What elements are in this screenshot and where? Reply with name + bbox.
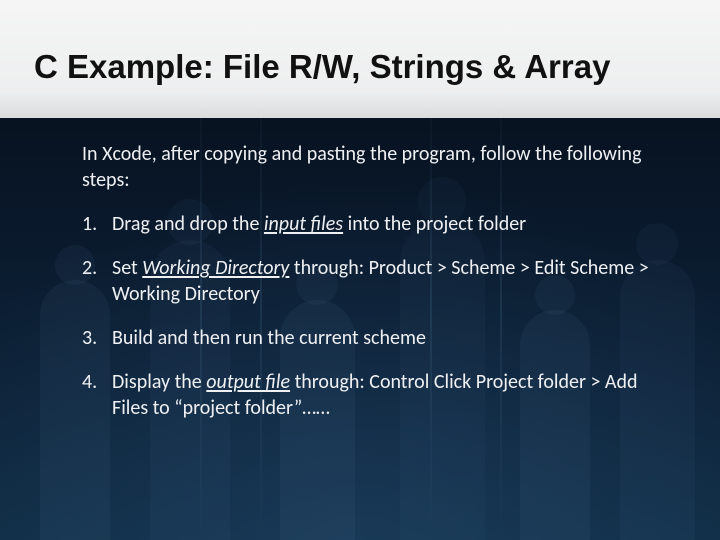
slide-body: In Xcode, after copying and pasting the … xyxy=(0,118,720,421)
step-text: Build and then run the current scheme xyxy=(112,326,426,350)
intro-text: In Xcode, after copying and pasting the … xyxy=(82,142,652,193)
step-text: Drag and drop the xyxy=(112,212,264,236)
emphasis-input-files: input files xyxy=(264,212,343,236)
step-item: Build and then run the current scheme xyxy=(82,325,652,351)
step-item: Display the output file through: Control… xyxy=(82,369,652,421)
step-text: Display the xyxy=(112,370,206,394)
steps-list: Drag and drop the input files into the p… xyxy=(82,211,652,421)
emphasis-working-directory: Working Directory xyxy=(142,256,289,280)
title-band: C Example: File R/W, Strings & Array xyxy=(0,0,720,118)
step-item: Set Working Directory through: Product >… xyxy=(82,255,652,307)
step-text: into the project folder xyxy=(343,212,526,236)
emphasis-output-file: output file xyxy=(206,370,290,394)
slide-title: C Example: File R/W, Strings & Array xyxy=(34,48,686,86)
step-item: Drag and drop the input files into the p… xyxy=(82,211,652,237)
step-text: Set xyxy=(112,256,142,280)
